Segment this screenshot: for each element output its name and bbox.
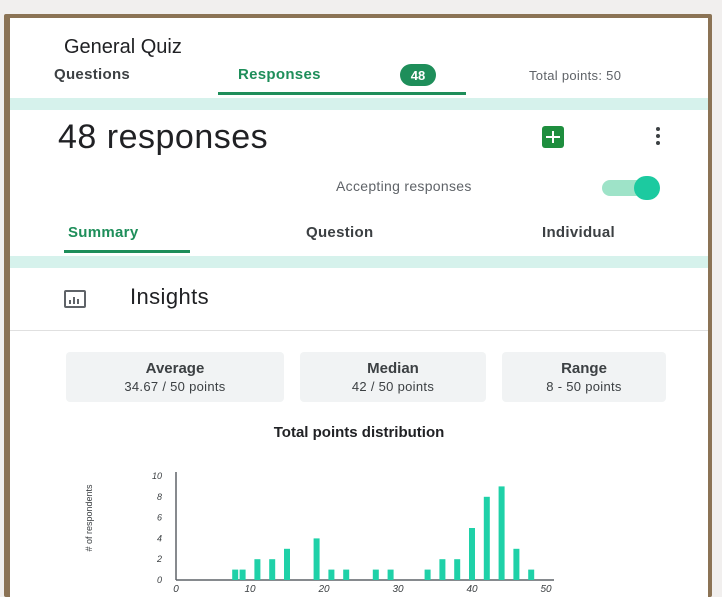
y-tick-label: 8 [157, 492, 162, 502]
y-tick-label: 4 [157, 533, 162, 543]
chart-bar [343, 569, 350, 580]
toggle-knob[interactable] [634, 176, 660, 200]
range-value: 8 - 50 points [546, 379, 622, 394]
median-value: 42 / 50 points [351, 379, 435, 394]
divider [10, 330, 708, 331]
insights-icon [64, 290, 86, 308]
chart-bar [469, 528, 475, 580]
chart-bar [239, 569, 246, 580]
responses-count-title: 48 responses [58, 118, 269, 156]
chart-bar [254, 559, 261, 580]
x-tick-label: 10 [244, 584, 256, 595]
y-tick-label: 10 [152, 471, 162, 481]
responses-count-badge: 48 [400, 64, 436, 86]
more-vert-icon[interactable] [648, 122, 668, 150]
average-label: Average [145, 360, 205, 377]
chart-bar [424, 569, 431, 580]
chart-bar [483, 496, 490, 580]
x-tick-label: 30 [392, 584, 404, 595]
chart-bar [328, 569, 335, 580]
range-label: Range [561, 360, 607, 377]
accepting-responses-label: Accepting responses [336, 178, 472, 194]
chart-bar [528, 569, 535, 580]
x-tick-label: 20 [317, 584, 330, 595]
chart-bar [313, 538, 320, 580]
x-tick-label: 40 [466, 584, 478, 595]
chart-bar [513, 548, 520, 580]
chart-bar [387, 569, 394, 580]
total-points: Total points: 50 [529, 68, 622, 83]
subtab-summary[interactable]: Summary [68, 224, 138, 241]
tab-questions[interactable]: Questions [54, 66, 130, 83]
top-tabs: Questions Responses 48 Total points: 50 [10, 64, 708, 98]
sub-tabs: Summary Question Individual [10, 224, 708, 256]
y-axis-label: # of respondents [84, 484, 94, 552]
median-label: Median [367, 360, 419, 377]
section-divider [10, 256, 708, 268]
sheets-icon[interactable] [542, 126, 564, 148]
forms-screen: General Quiz Questions Responses 48 Tota… [10, 18, 708, 597]
y-tick-label: 2 [156, 554, 162, 564]
chart-bar [454, 559, 461, 580]
points-distribution-chart: # of respondents 0 2 4 6 8 10 0 10 20 30 40 50 [84, 471, 554, 595]
chart-bar [269, 559, 276, 580]
quiz-title: General Quiz [64, 36, 182, 58]
x-tick-label: 50 [540, 584, 552, 595]
average-card: Average 34.67 / 50 points [66, 352, 284, 402]
y-tick-label: 6 [157, 513, 162, 523]
x-tick-label: 0 [173, 584, 179, 595]
tab-responses[interactable]: Responses [238, 66, 321, 83]
subtab-individual[interactable]: Individual [542, 224, 615, 241]
median-card: Median 42 / 50 points [300, 352, 486, 402]
chart-bar [498, 486, 505, 580]
active-tab-indicator [218, 92, 466, 95]
chart-bar [232, 569, 239, 580]
range-card: Range 8 - 50 points [502, 352, 666, 402]
y-tick-label: 0 [157, 575, 162, 585]
chart-bar [372, 569, 379, 580]
chart-bar [439, 559, 446, 580]
active-subtab-indicator [64, 250, 190, 253]
section-divider [10, 98, 708, 110]
average-value: 34.67 / 50 points [124, 379, 226, 394]
insights-heading: Insights [130, 284, 210, 309]
subtab-question[interactable]: Question [306, 224, 373, 241]
chart-title: Total points distribution [273, 424, 445, 441]
chart-bar [284, 548, 290, 580]
